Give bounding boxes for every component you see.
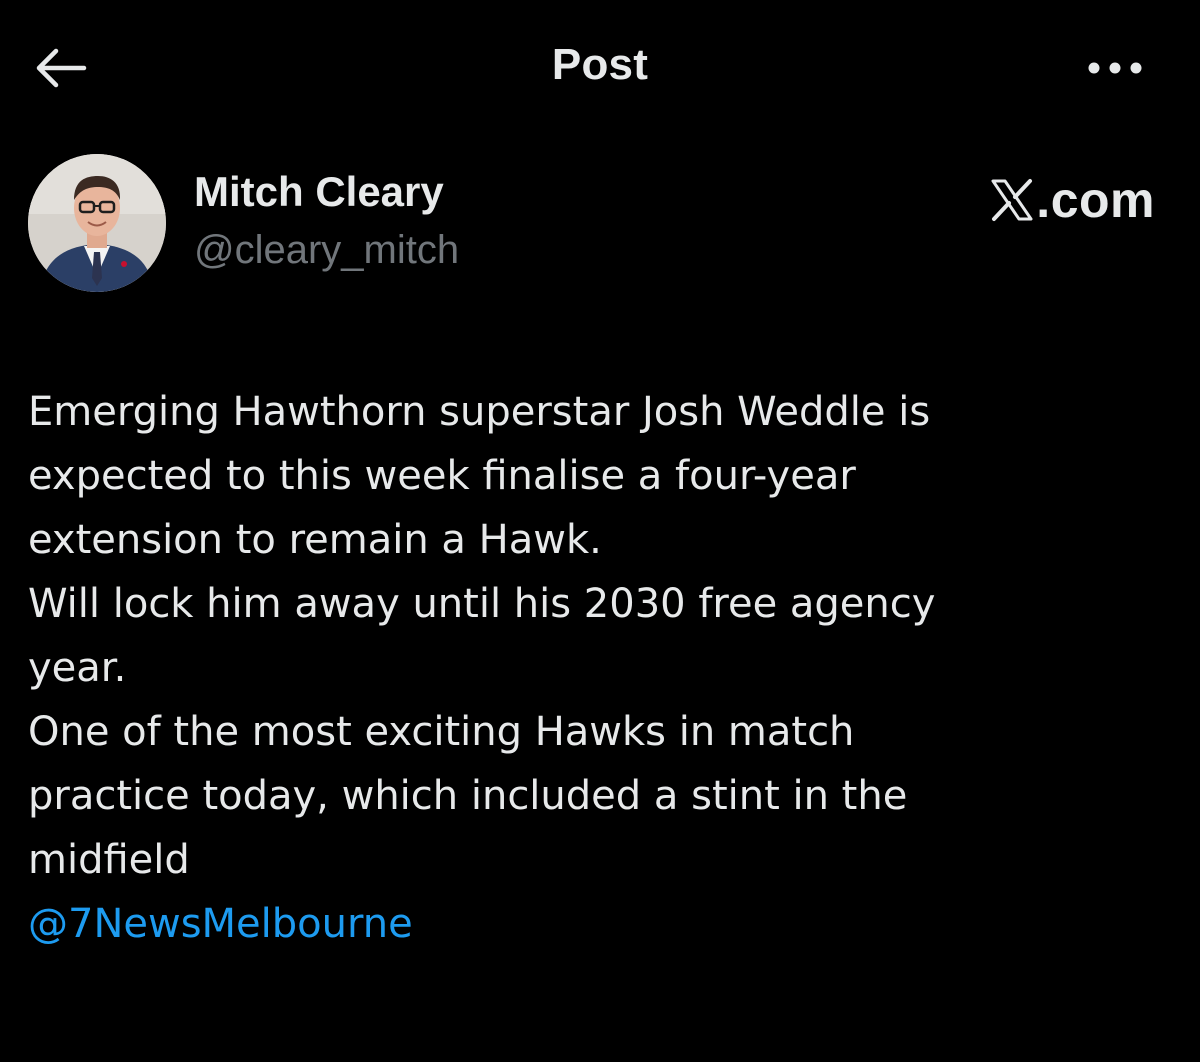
post-text-line: Will lock him away until his 2030 free a… (28, 581, 936, 627)
post-text-line: year. (28, 645, 127, 691)
post-text-line: One of the most exciting Hawks in match (28, 709, 855, 755)
avatar[interactable] (28, 154, 166, 292)
more-options-button[interactable] (1080, 44, 1150, 92)
post-text-line: Emerging Hawthorn superstar Josh Weddle … (28, 389, 931, 435)
profile-photo (28, 154, 166, 292)
post-text-line: expected to this week finalise a four-ye… (28, 453, 856, 499)
top-bar: Post (0, 0, 1200, 140)
x-com-watermark: .com (935, 170, 1155, 230)
post-text-line: extension to remain a Hawk. (28, 517, 602, 563)
author-name[interactable]: Mitch Cleary (194, 168, 444, 216)
more-horizontal-icon (1088, 62, 1142, 74)
post-text-line: practice today, which included a stint i… (28, 773, 908, 819)
x-logo-icon (991, 179, 1033, 221)
post-text: Emerging Hawthorn superstar Josh Weddle … (28, 380, 1178, 956)
mention-link[interactable]: @7NewsMelbourne (28, 892, 1178, 956)
watermark-text: .com (1036, 172, 1155, 228)
post-text-line: midfield (28, 837, 190, 883)
page-title: Post (551, 40, 649, 89)
author-handle[interactable]: @cleary_mitch (194, 228, 459, 273)
